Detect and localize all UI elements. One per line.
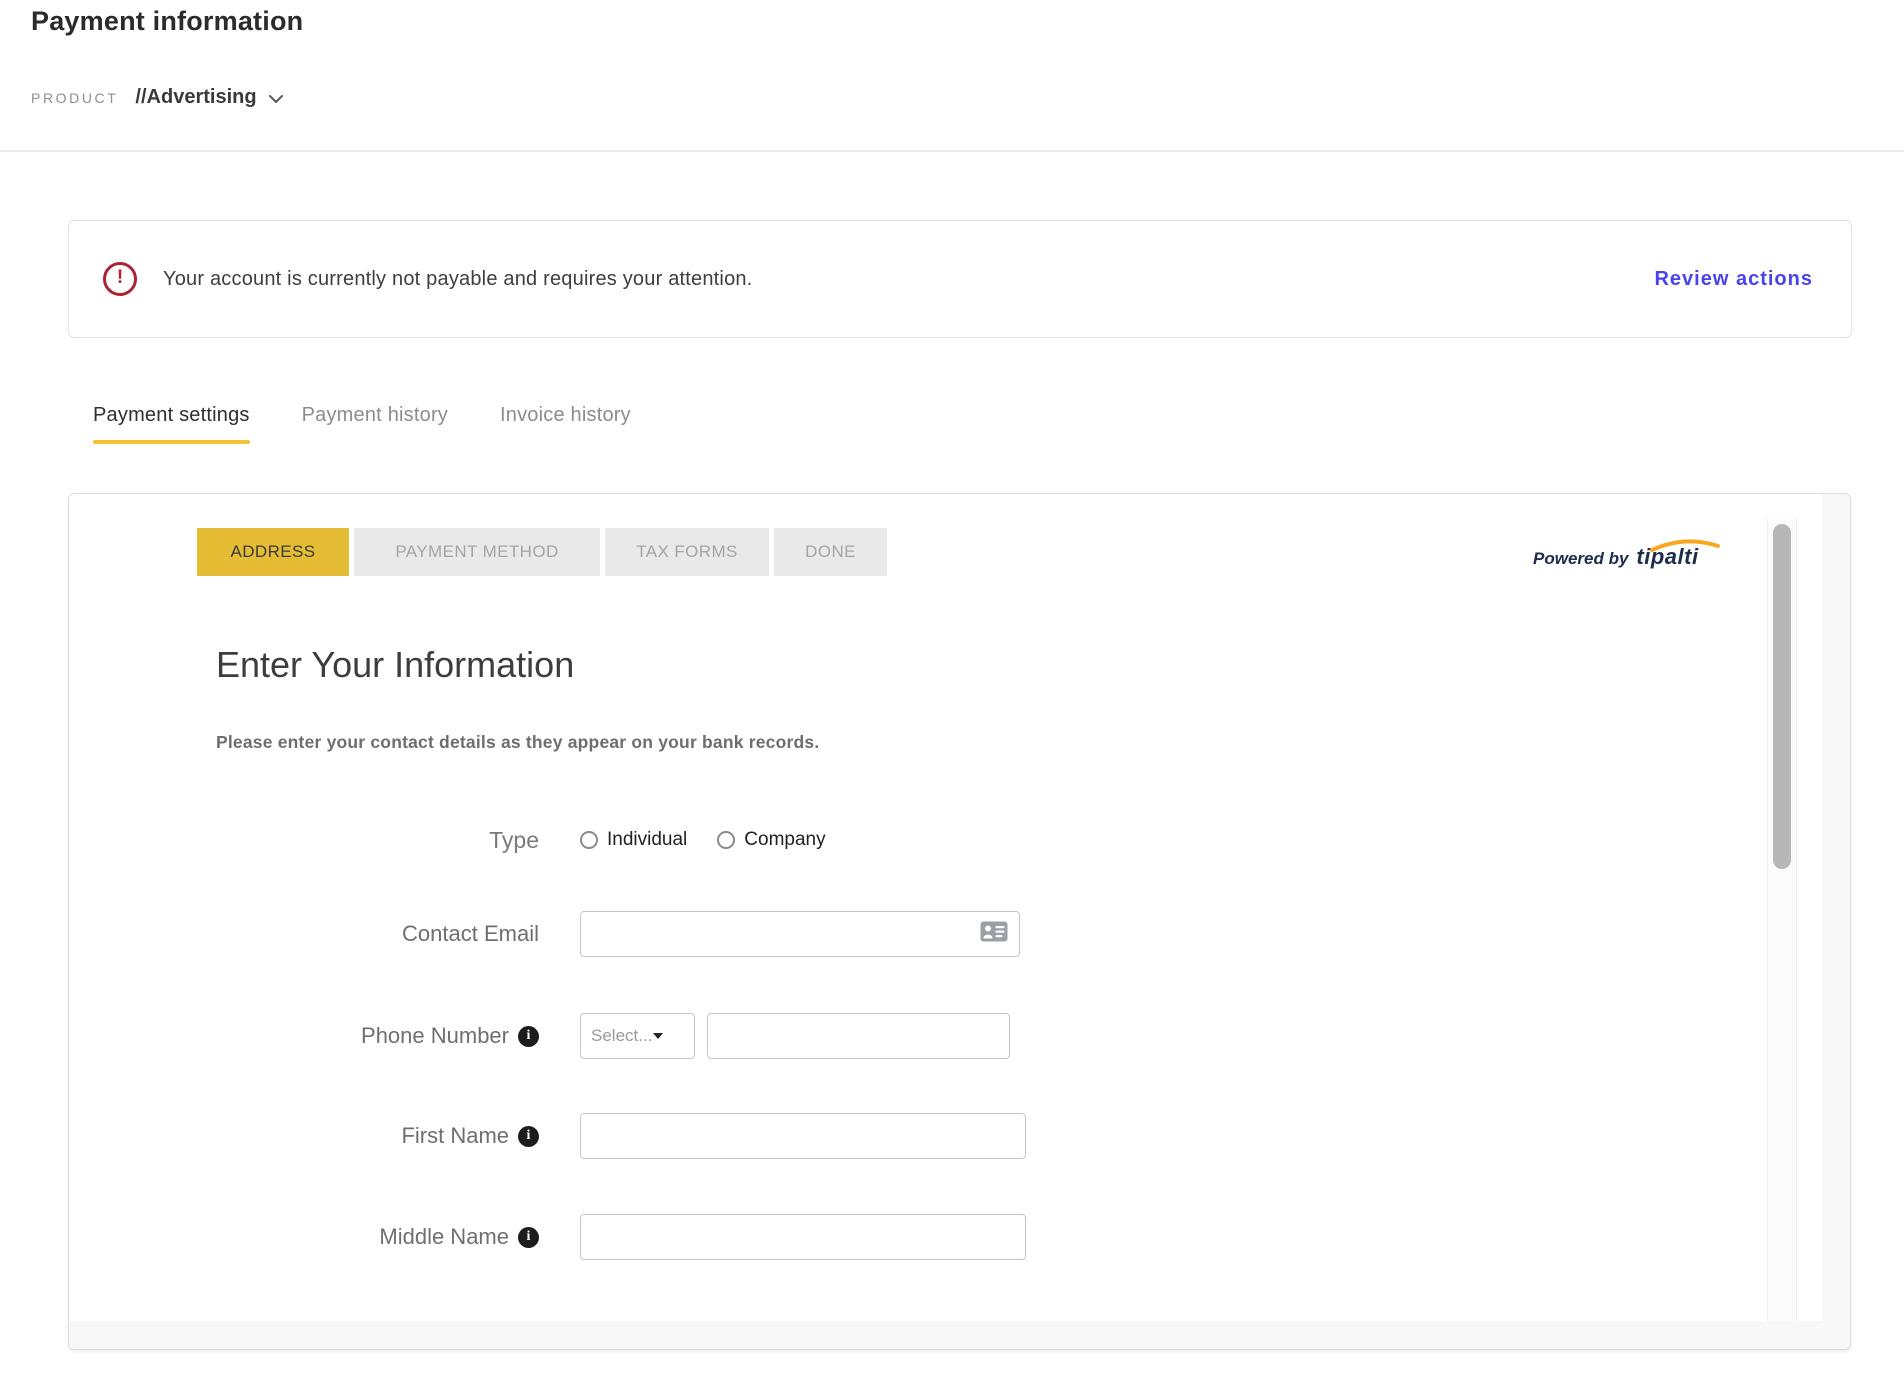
scrollbar-thumb[interactable] [1773,524,1791,869]
step-tax-forms[interactable]: TAX FORMS [605,528,769,576]
phone-country-select[interactable]: Select... [580,1013,695,1059]
contact-email-input[interactable] [580,911,1020,957]
tipalti-iframe: ADDRESS PAYMENT METHOD TAX FORMS DONE Po… [69,494,1822,1321]
tipalti-logo: tipalti [1636,544,1698,570]
header-divider [0,150,1904,152]
type-row: Type Individual Company [69,816,1369,864]
page-title: Payment information [31,6,303,37]
product-row: PRODUCT //Advertising [31,86,284,109]
review-actions-link[interactable]: Review actions [1654,268,1813,291]
tab-invoice-history[interactable]: Invoice history [500,404,631,444]
phone-number-row: Phone Number i Select... [69,1012,1369,1060]
radio-individual-label: Individual [607,829,687,851]
tab-payment-settings[interactable]: Payment settings [93,404,250,444]
type-label: Type [489,827,539,854]
info-icon[interactable]: i [518,1026,539,1047]
caret-down-icon [653,1033,663,1039]
step-address[interactable]: ADDRESS [197,528,349,576]
wizard-heading: Enter Your Information [216,644,574,686]
contact-email-label: Contact Email [402,921,539,947]
tab-bar: Payment settings Payment history Invoice… [93,404,631,444]
radio-circle-icon [580,831,598,849]
powered-by-text: Powered by [1533,549,1628,569]
step-payment-method[interactable]: PAYMENT METHOD [354,528,600,576]
phone-number-input[interactable] [707,1013,1010,1059]
first-name-row: First Name i [69,1112,1369,1160]
powered-by-tipalti: Powered by tipalti [1533,544,1699,570]
first-name-input[interactable] [580,1113,1026,1159]
chevron-down-icon [268,92,284,107]
wizard-subheading: Please enter your contact details as the… [216,732,819,753]
alert-message: Your account is currently not payable an… [163,268,752,291]
first-name-label: First Name [401,1123,509,1149]
step-done[interactable]: DONE [774,528,887,576]
product-value: //Advertising [135,86,256,109]
product-label: PRODUCT [31,90,118,106]
alert-banner: ! Your account is currently not payable … [68,220,1852,338]
radio-circle-icon [717,831,735,849]
payment-settings-card: ADDRESS PAYMENT METHOD TAX FORMS DONE Po… [68,493,1851,1350]
product-selector[interactable]: //Advertising [135,86,283,109]
middle-name-label: Middle Name [379,1224,509,1250]
radio-company-label: Company [744,829,825,851]
contact-card-icon [980,921,1008,947]
payment-information-page: Payment information PRODUCT //Advertisin… [0,0,1904,1386]
radio-individual[interactable]: Individual [580,829,687,851]
iframe-scrollbar[interactable] [1767,519,1797,1321]
middle-name-input[interactable] [580,1214,1026,1260]
tipalti-arc-icon [1649,533,1721,559]
info-icon[interactable]: i [518,1126,539,1147]
phone-number-label: Phone Number [361,1023,509,1049]
phone-country-select-value: Select... [591,1026,652,1046]
wizard-steps: ADDRESS PAYMENT METHOD TAX FORMS DONE [197,528,887,576]
alert-icon: ! [103,262,137,296]
radio-company[interactable]: Company [717,829,825,851]
info-icon[interactable]: i [518,1227,539,1248]
contact-email-row: Contact Email [69,910,1369,958]
tab-payment-history[interactable]: Payment history [302,404,448,444]
middle-name-row: Middle Name i [69,1213,1369,1261]
